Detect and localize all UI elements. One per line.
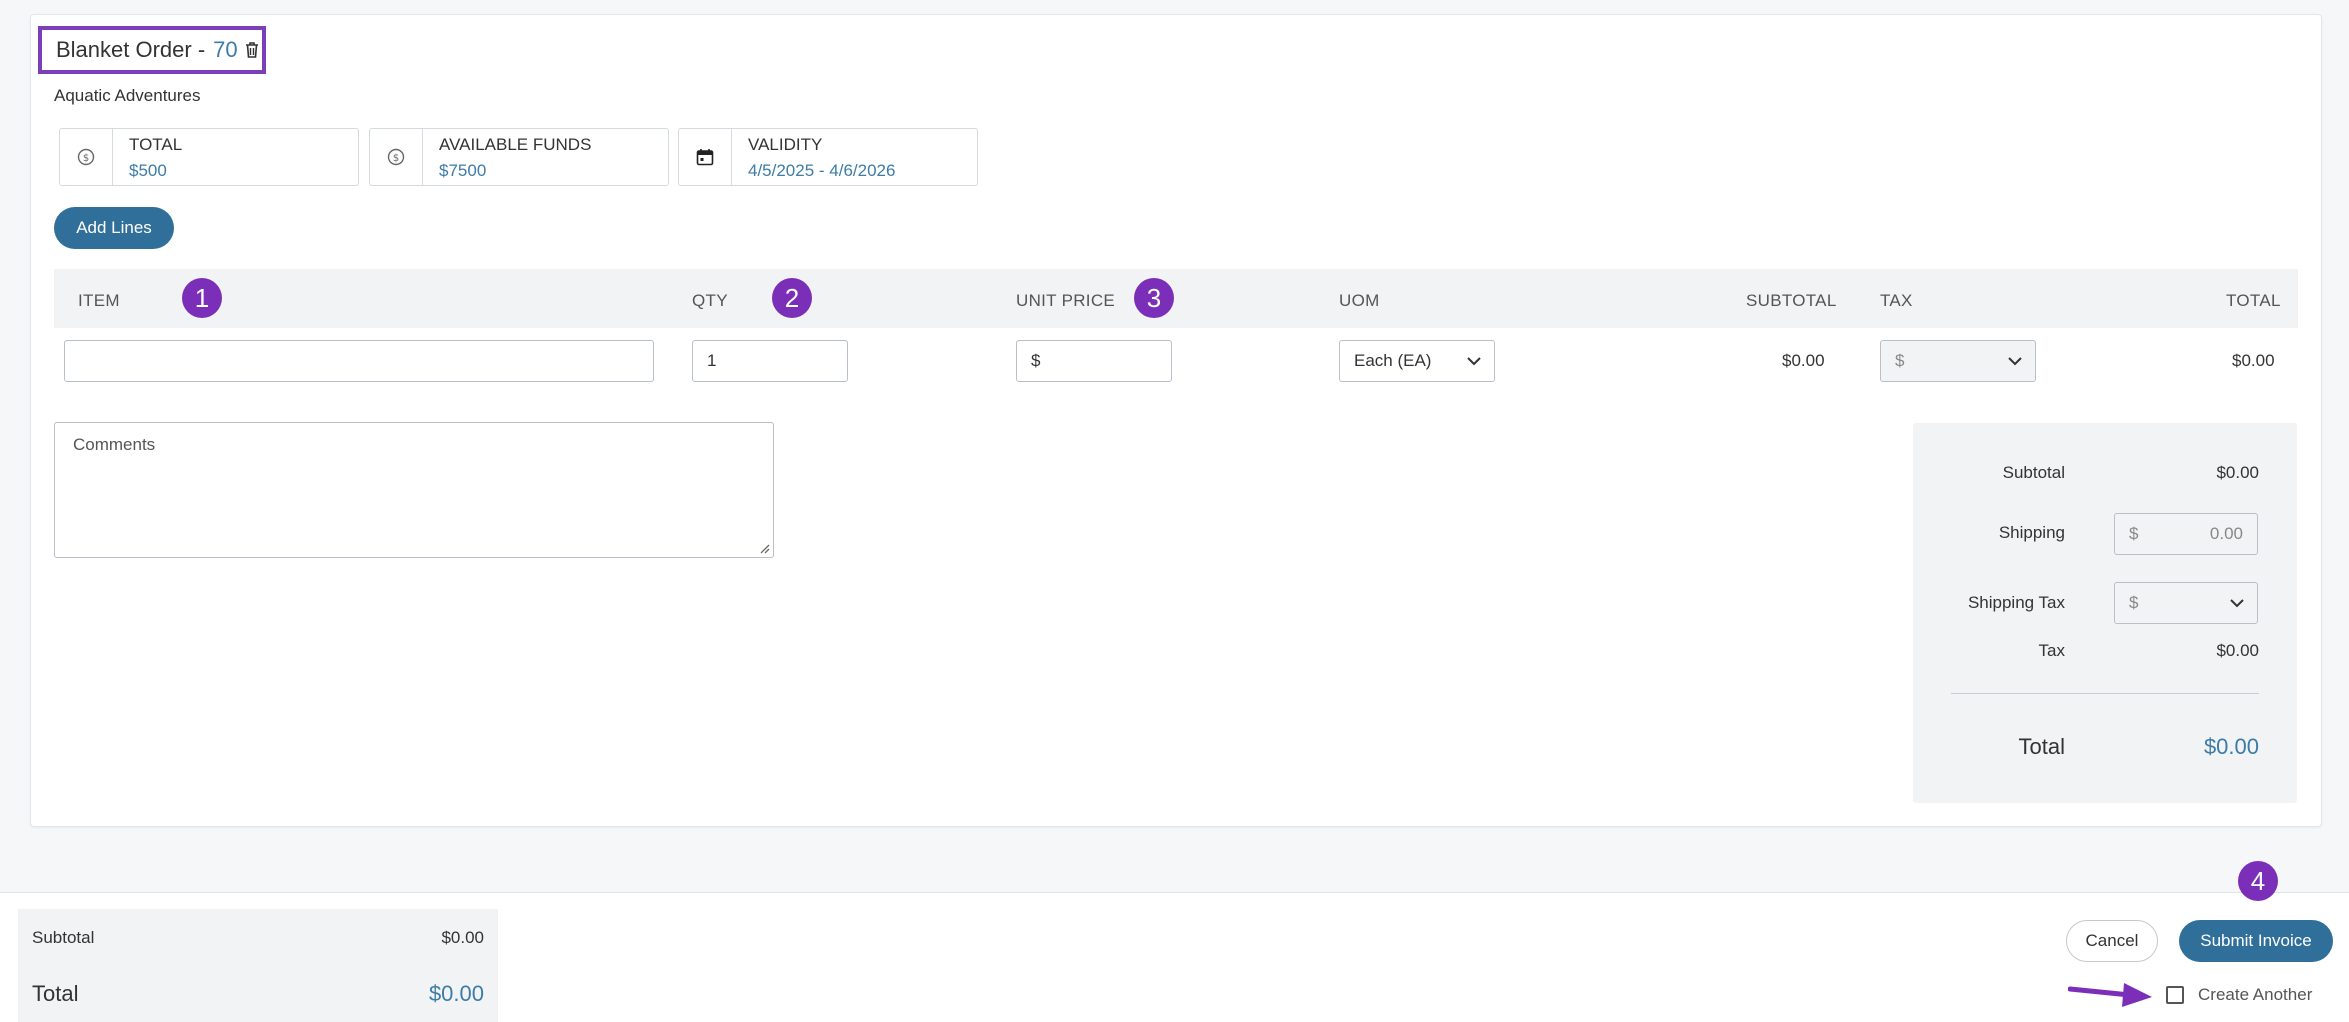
annotation-badge-2: 2 (772, 278, 812, 318)
unit-price-input[interactable]: $ (1016, 340, 1172, 382)
line-subtotal: $0.00 (1782, 351, 1825, 370)
submit-invoice-button[interactable]: Submit Invoice (2179, 920, 2333, 962)
calendar-icon (679, 129, 732, 185)
invoice-footer: Subtotal $0.00 Total $0.00 Cancel Submit… (0, 892, 2349, 1022)
chevron-down-icon (1467, 357, 1481, 366)
column-tax: TAX (1880, 291, 1913, 310)
uom-select[interactable]: Each (EA) (1339, 340, 1495, 382)
order-title-text: Blanket Order - (56, 37, 206, 62)
summary-total-label: Total (2018, 734, 2065, 759)
total-stat-label: TOTAL (129, 135, 183, 154)
item-input[interactable] (64, 340, 654, 382)
shipping-input[interactable]: $ 0.00 (2114, 513, 2258, 555)
create-another-checkbox[interactable] (2166, 986, 2184, 1004)
svg-text:$: $ (393, 153, 399, 164)
summary-tax-label: Tax (2038, 641, 2065, 660)
order-title: Blanket Order - 70 (38, 26, 266, 74)
summary-subtotal-label: Subtotal (2002, 463, 2065, 482)
dollar-icon: $ (370, 129, 423, 185)
resize-handle-icon[interactable] (758, 542, 770, 554)
shipping-prefix: $ (2129, 524, 2139, 543)
total-stat: $ TOTAL $500 (59, 128, 359, 186)
trash-icon[interactable] (244, 41, 260, 59)
summary-tax-value: $0.00 (2216, 641, 2259, 660)
available-funds-stat: $ AVAILABLE FUNDS $7500 (369, 128, 669, 186)
summary-divider (1951, 693, 2259, 694)
shipping-tax-prefix: $ (2129, 593, 2139, 612)
summary-shipping-tax-label: Shipping Tax (1967, 593, 2065, 612)
qty-input[interactable]: 1 (692, 340, 848, 382)
order-number: 70 (213, 37, 238, 62)
summary-panel: Subtotal $0.00 Shipping $ 0.00 Shipping … (1913, 423, 2297, 803)
annotation-badge-4: 4 (2238, 861, 2278, 901)
annotation-badge-1: 1 (182, 278, 222, 318)
footer-subtotal-value: $0.00 (441, 928, 484, 947)
validity-label: VALIDITY (748, 135, 823, 154)
column-unit-price: UNIT PRICE (1016, 291, 1116, 310)
footer-summary: Subtotal $0.00 Total $0.00 (18, 909, 498, 1022)
summary-subtotal-value: $0.00 (2216, 463, 2259, 482)
line-total: $0.00 (2232, 351, 2275, 370)
column-item: ITEM (78, 291, 120, 310)
vendor-name: Aquatic Adventures (54, 86, 201, 105)
column-uom: UOM (1339, 291, 1380, 310)
shipping-tax-select[interactable]: $ (2114, 582, 2258, 624)
add-lines-button[interactable]: Add Lines (54, 207, 174, 249)
footer-subtotal-label: Subtotal (32, 928, 95, 947)
dollar-icon: $ (60, 129, 113, 185)
shipping-value: 0.00 (2209, 524, 2243, 543)
unit-price-prefix: $ (1031, 351, 1041, 370)
uom-value: Each (EA) (1354, 351, 1432, 370)
footer-total-label: Total (32, 981, 79, 1006)
chevron-down-icon (2008, 357, 2022, 366)
column-total: TOTAL (2226, 291, 2281, 310)
footer-total-value: $0.00 (428, 981, 484, 1006)
annotation-badge-3: 3 (1134, 278, 1174, 318)
create-another-label: Create Another (2198, 985, 2313, 1004)
column-subtotal: SUBTOTAL (1746, 291, 1837, 310)
total-stat-value: $500 (129, 161, 167, 180)
line-items-header: ITEM QTY UNIT PRICE UOM SUBTOTAL TAX TOT… (54, 269, 2298, 328)
summary-total-value: $0.00 (2203, 734, 2259, 759)
chevron-down-icon (2230, 599, 2244, 608)
column-qty: QTY (692, 291, 728, 310)
tax-select[interactable]: $ (1880, 340, 2036, 382)
svg-text:$: $ (83, 153, 89, 164)
validity-stat: VALIDITY 4/5/2025 - 4/6/2026 (678, 128, 978, 186)
arrow-annotation-icon (2068, 983, 2152, 1007)
tax-prefix: $ (1895, 351, 1905, 370)
available-funds-value: $7500 (439, 161, 487, 180)
validity-value: 4/5/2025 - 4/6/2026 (748, 161, 896, 180)
cancel-button[interactable]: Cancel (2066, 920, 2158, 962)
available-funds-label: AVAILABLE FUNDS (439, 135, 592, 154)
summary-shipping-label: Shipping (1998, 523, 2065, 542)
comments-textarea[interactable]: Comments (54, 422, 774, 558)
